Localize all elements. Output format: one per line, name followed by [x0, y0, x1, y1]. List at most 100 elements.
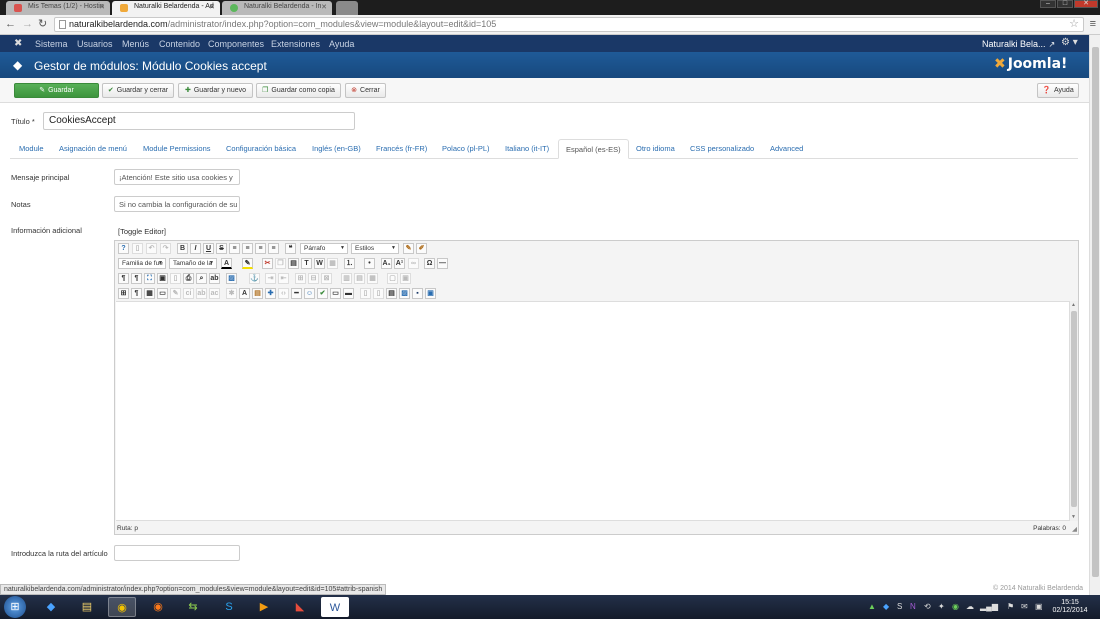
format-select[interactable]: Párrafo ▼: [300, 243, 348, 254]
code-icon[interactable]: ‹›: [278, 288, 289, 299]
template-icon[interactable]: ▯: [170, 273, 181, 284]
save-new-button[interactable]: ✚ Guardar y nuevo: [178, 83, 253, 98]
numbered-list-icon[interactable]: ⒈: [344, 258, 355, 269]
attribs-icon[interactable]: ✱: [226, 288, 237, 299]
tray-sync-icon[interactable]: ⟲: [924, 602, 931, 611]
system-clock[interactable]: 15:15 02/12/2014: [1050, 599, 1090, 615]
windows-start-icon[interactable]: ⊞: [4, 596, 26, 618]
save-close-button[interactable]: ✔ Guardar y cerrar: [102, 83, 174, 98]
insert-date-icon[interactable]: ▦: [144, 288, 155, 299]
cell-props-icon[interactable]: ▥: [341, 273, 352, 284]
hr-icon[interactable]: ━: [291, 288, 302, 299]
table-icon[interactable]: ⊞: [118, 288, 129, 299]
menu-componentes[interactable]: Componentes: [208, 39, 264, 49]
reload-icon[interactable]: ↻: [38, 18, 47, 30]
close-tab-icon[interactable]: ✕: [321, 3, 327, 11]
copy-icon[interactable]: ❐: [275, 258, 286, 269]
close-tab-icon[interactable]: ✕: [99, 3, 105, 11]
text-color-icon[interactable]: A: [221, 258, 232, 269]
print-icon[interactable]: ⎙: [183, 273, 194, 284]
styles-select[interactable]: Estilos ▼: [351, 243, 399, 254]
flag-icon[interactable]: ⚑: [1007, 602, 1014, 611]
page-scrollbar[interactable]: [1089, 35, 1100, 595]
tray-monitor-icon[interactable]: ▣: [1035, 602, 1043, 611]
subscript-icon[interactable]: A₁: [381, 258, 392, 269]
abbr-icon[interactable]: ab: [196, 288, 207, 299]
menu-contenido[interactable]: Contenido: [159, 39, 200, 49]
fullscreen-icon[interactable]: ⛶: [144, 273, 155, 284]
tab-other-language[interactable]: Otro idioma: [636, 144, 675, 153]
pilcrow-icon[interactable]: ¶: [131, 288, 142, 299]
toggle-editor-link[interactable]: [Toggle Editor]: [118, 227, 166, 236]
title-input[interactable]: CookiesAccept: [43, 112, 355, 130]
merge-cells-icon[interactable]: ▤: [354, 273, 365, 284]
cite-icon[interactable]: ci: [183, 288, 194, 299]
read-more-icon[interactable]: ▬: [343, 288, 354, 299]
highlight-color-icon[interactable]: ✎: [242, 258, 253, 269]
tab-english[interactable]: Inglés (en-GB): [312, 144, 361, 153]
replace-icon[interactable]: ab: [209, 273, 220, 284]
tray-skype-icon[interactable]: S: [897, 602, 902, 611]
scroll-down-icon[interactable]: ▼: [1071, 514, 1076, 520]
close-tab-icon[interactable]: ✕: [209, 3, 215, 11]
tab-menu-assignment[interactable]: Asignación de menú: [59, 144, 127, 153]
image-icon[interactable]: ▨: [226, 273, 237, 284]
insert-icon[interactable]: ✚: [265, 288, 276, 299]
chrome-icon[interactable]: ◉: [108, 597, 136, 617]
new-document-icon[interactable]: ▯: [132, 243, 143, 254]
align-center-icon[interactable]: ≡: [242, 243, 253, 254]
menu-menus[interactable]: Menús: [122, 39, 149, 49]
maximize-window-icon[interactable]: □: [1057, 0, 1073, 8]
paste-icon[interactable]: ▤: [288, 258, 299, 269]
table-col-icon[interactable]: ⊠: [321, 273, 332, 284]
font-family-select[interactable]: Familia de fue ▼: [118, 258, 166, 269]
article-icon[interactable]: ▣: [425, 288, 436, 299]
resize-handle-icon[interactable]: ◢: [1072, 525, 1077, 533]
tray-chat-icon[interactable]: ✉: [1021, 602, 1028, 611]
tab-french[interactable]: Francés (fr-FR): [376, 144, 427, 153]
browser-tab-mis-temas[interactable]: Mis Temas (1/2) - Hostin ✕: [6, 1, 110, 15]
minimize-window-icon[interactable]: –: [1040, 0, 1056, 8]
save-button[interactable]: ✎ Guardar: [14, 83, 99, 98]
help-circle-icon[interactable]: ?: [118, 243, 129, 254]
close-window-icon[interactable]: ✕: [1074, 0, 1098, 8]
bold-icon[interactable]: B: [177, 243, 188, 254]
split-cells-icon[interactable]: ▦: [367, 273, 378, 284]
tab-basic-config[interactable]: Configuración básica: [226, 144, 296, 153]
align-left-icon[interactable]: ≡: [229, 243, 240, 254]
tab-custom-css[interactable]: CSS personalizado: [690, 144, 754, 153]
ltr-icon[interactable]: ¶: [118, 273, 129, 284]
redo-icon[interactable]: ↷: [160, 243, 171, 254]
new-tab-button[interactable]: [336, 1, 358, 15]
underline-icon[interactable]: U: [203, 243, 214, 254]
rtl-icon[interactable]: ¶: [131, 273, 142, 284]
forward-arrow-icon[interactable]: →: [22, 18, 33, 30]
word-icon[interactable]: W: [321, 597, 349, 617]
image-manager-icon[interactable]: ▨: [399, 288, 410, 299]
file-explorer-icon[interactable]: ▤: [73, 597, 101, 617]
anchor-icon[interactable]: ⚓: [249, 273, 260, 284]
tab-polish[interactable]: Polaco (pl-PL): [442, 144, 490, 153]
ftp-client-icon[interactable]: ⇆: [179, 597, 207, 617]
back-arrow-icon[interactable]: ←: [5, 18, 16, 30]
cleanup-brush-icon[interactable]: ✐: [416, 243, 427, 254]
skype-icon[interactable]: S: [215, 597, 243, 617]
page-break-icon[interactable]: ▭: [330, 288, 341, 299]
strikethrough-icon[interactable]: S: [216, 243, 227, 254]
nbsp-icon[interactable]: A: [239, 288, 250, 299]
save-copy-button[interactable]: ❐ Guardar como copia: [256, 83, 341, 98]
bullet-list-icon[interactable]: •: [364, 258, 375, 269]
align-right-icon[interactable]: ≡: [255, 243, 266, 254]
gear-icon[interactable]: ⚙ ▾: [1061, 37, 1078, 48]
cut-icon[interactable]: ✂: [262, 258, 273, 269]
nonbreaking-icon[interactable]: ▯: [373, 288, 384, 299]
tab-italian[interactable]: Italiano (it-IT): [505, 144, 549, 153]
source-code-icon[interactable]: ▣: [400, 273, 411, 284]
align-justify-icon[interactable]: ≡: [268, 243, 279, 254]
filezilla-icon[interactable]: ◣: [286, 597, 314, 617]
main-message-input[interactable]: ¡Atención! Este sitio usa cookies y: [114, 169, 240, 185]
acronym-icon[interactable]: ac: [209, 288, 220, 299]
help-button[interactable]: ❓ Ayuda: [1037, 83, 1079, 98]
spellcheck-icon[interactable]: ✔: [317, 288, 328, 299]
select-all-icon[interactable]: ▦: [327, 258, 338, 269]
